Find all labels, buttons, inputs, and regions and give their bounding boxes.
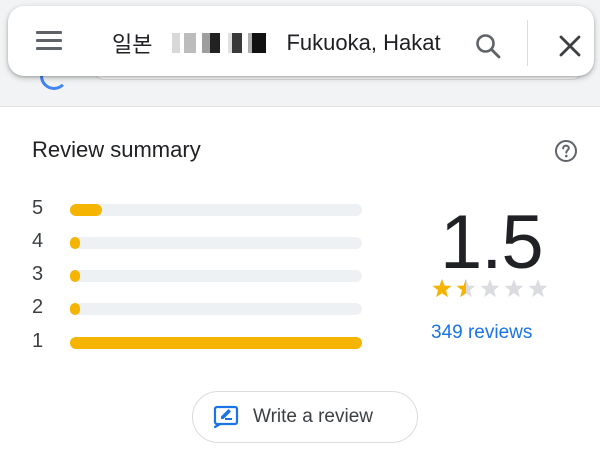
rating-row-5[interactable]: 5 — [32, 197, 372, 221]
search-query-prefix: 일본 — [112, 32, 153, 57]
star-empty-icon — [480, 279, 500, 298]
rating-bar-fill — [70, 303, 80, 315]
rating-bar-track — [70, 303, 362, 315]
close-icon[interactable] — [558, 34, 582, 58]
rating-row-2[interactable]: 2 — [32, 296, 372, 320]
rating-bar-fill — [70, 270, 80, 282]
help-circle-icon[interactable] — [554, 139, 578, 163]
rating-row-1[interactable]: 1 — [32, 330, 372, 354]
search-bar-divider — [527, 20, 528, 66]
rating-label: 4 — [32, 230, 44, 252]
rating-bar-fill — [70, 337, 362, 349]
rating-label: 1 — [32, 330, 44, 352]
rating-bar-track — [70, 337, 362, 349]
write-review-icon — [213, 405, 239, 429]
rating-bar-track — [70, 204, 362, 216]
star-empty-icon — [528, 279, 548, 298]
rating-bar-track — [70, 237, 362, 249]
star-filled-icon — [432, 279, 452, 298]
star-rating — [432, 279, 548, 298]
search-bar[interactable]: 일본 Fukuoka, Hakat — [8, 6, 594, 76]
rating-label: 3 — [32, 263, 44, 285]
write-review-button[interactable]: Write a review — [192, 391, 418, 443]
rating-bar-track — [70, 270, 362, 282]
rating-bar-fill — [70, 204, 102, 216]
rating-row-4[interactable]: 4 — [32, 230, 372, 254]
redacted-text-block — [166, 33, 279, 53]
search-icon[interactable] — [474, 32, 502, 60]
hamburger-menu-icon[interactable] — [34, 28, 64, 54]
search-query-suffix: Fukuoka, Hakat — [286, 30, 441, 55]
rating-bar-fill — [70, 237, 80, 249]
search-query[interactable]: 일본 Fukuoka, Hakat — [112, 28, 444, 58]
star-empty-icon — [504, 279, 524, 298]
review-summary-title: Review summary — [32, 137, 201, 162]
rating-row-3[interactable]: 3 — [32, 263, 372, 287]
review-summary-panel: Review summary 5 4 3 2 1 1.5 349 reviews… — [0, 106, 600, 461]
reviews-count-link[interactable]: 349 reviews — [431, 322, 532, 344]
rating-label: 2 — [32, 296, 44, 318]
write-review-label: Write a review — [253, 406, 374, 427]
average-rating: 1.5 — [440, 200, 544, 285]
rating-label: 5 — [32, 197, 44, 219]
